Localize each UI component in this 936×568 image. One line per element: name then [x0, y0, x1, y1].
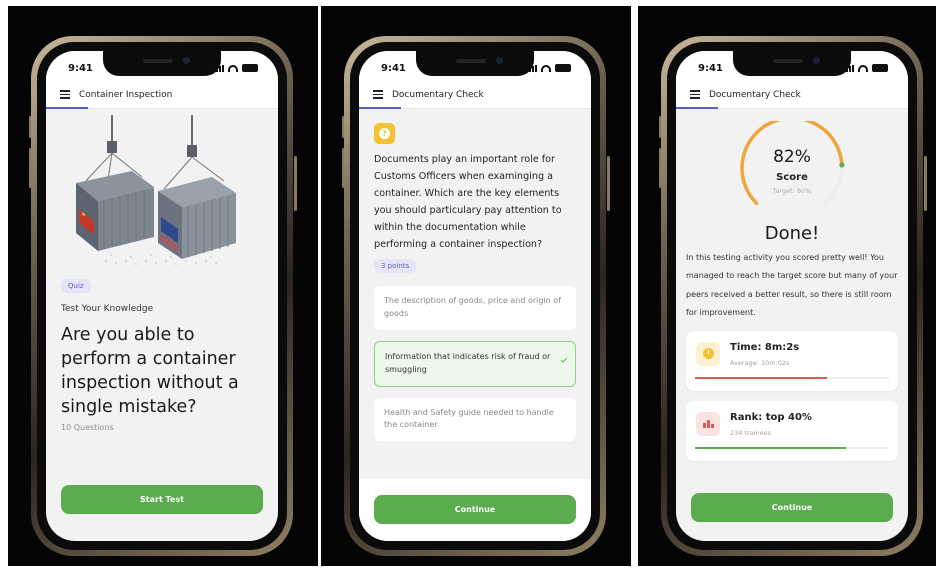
menu-icon[interactable] — [373, 90, 383, 99]
phone-notch — [733, 51, 851, 76]
question-text: Documents play an important role for Cus… — [374, 154, 562, 251]
answer-option-label: Health and Safety guide needed to handle… — [384, 407, 554, 430]
answer-option-label: The description of goods, price and orig… — [384, 296, 561, 319]
header-progress — [676, 107, 718, 109]
score-label: Score — [776, 172, 808, 183]
target-score: Target: 80% — [772, 187, 812, 195]
done-heading: Done! — [764, 223, 820, 244]
score-gauge: 82% Score Target: 80% — [676, 121, 908, 213]
phone-panel-results: 9:41 Documentary Check 82% Score Target:… — [638, 6, 936, 566]
status-time: 9:41 — [68, 62, 93, 74]
phone-frame: 9:41 Container Inspection Quiz Test Your… — [31, 36, 293, 556]
time-progress-fill — [695, 376, 827, 379]
time-stat-average: Average: 10m:02s — [730, 358, 790, 367]
start-test-button[interactable]: Start Test — [61, 485, 263, 514]
question-count: 10 Questions — [61, 422, 114, 432]
time-stat-card: Time: 8m:2s Average: 10m:02s — [686, 330, 898, 391]
phone-screen: 9:41 Container Inspection Quiz Test Your… — [46, 51, 278, 541]
status-time: 9:41 — [381, 62, 406, 74]
header-title: Documentary Check — [709, 89, 801, 100]
battery-icon — [555, 64, 571, 72]
menu-icon[interactable] — [690, 90, 700, 99]
rank-progress-fill — [695, 446, 847, 449]
continue-button[interactable]: Continue — [374, 495, 576, 524]
check-icon — [560, 356, 568, 363]
points-badge: 3 points — [374, 259, 417, 274]
podium-icon — [696, 411, 720, 436]
header-progress — [46, 107, 88, 109]
app-header: Documentary Check — [359, 81, 591, 109]
phone-screen: 9:41 Documentary Check 82% Score Target:… — [676, 51, 908, 541]
answer-option[interactable]: Health and Safety guide needed to handle… — [374, 397, 576, 442]
answer-option-selected[interactable]: Information that indicates risk of fraud… — [374, 340, 576, 387]
phone-side-button — [924, 156, 927, 211]
answer-option[interactable]: The description of goods, price and orig… — [374, 286, 576, 330]
container-illustration — [76, 115, 236, 265]
result-description: In this testing activity you scored pret… — [686, 253, 898, 318]
continue-button[interactable]: Continue — [691, 493, 893, 522]
app-header: Container Inspection — [46, 81, 278, 109]
rank-stat-title: Rank: top 40% — [730, 411, 812, 423]
stopwatch-icon — [696, 341, 720, 366]
phone-side-button — [607, 156, 610, 211]
wifi-icon — [541, 64, 551, 72]
wifi-icon — [228, 64, 238, 72]
header-progress — [359, 107, 401, 109]
phone-panel-documentary-check: 9:41 Documentary Check ? Documents play … — [321, 6, 631, 566]
phone-notch — [103, 51, 221, 76]
phone-panel-container-inspection: 9:41 Container Inspection Quiz Test Your… — [8, 6, 318, 566]
wifi-icon — [858, 64, 868, 72]
header-title: Documentary Check — [392, 89, 484, 100]
battery-icon — [242, 64, 258, 72]
menu-icon[interactable] — [60, 90, 70, 99]
phone-screen: 9:41 Documentary Check ? Documents play … — [359, 51, 591, 541]
time-progress-track — [695, 376, 889, 379]
time-stat-title: Time: 8m:2s — [730, 341, 800, 353]
phone-side-button — [294, 156, 297, 211]
status-time: 9:41 — [698, 62, 723, 74]
app-header: Documentary Check — [676, 81, 908, 109]
question-badge-icon: ? — [374, 123, 395, 144]
score-value: 82% — [773, 147, 811, 167]
rank-progress-track — [695, 446, 889, 449]
quiz-tag: Quiz — [61, 279, 91, 293]
rank-stat-card: Rank: top 40% 234 trainees — [686, 400, 898, 461]
phone-notch — [416, 51, 534, 76]
answer-option-label: Information that indicates risk of fraud… — [385, 351, 551, 374]
quiz-headline: Are you able to perform a container insp… — [61, 325, 239, 418]
phone-frame: 9:41 Documentary Check 82% Score Target:… — [661, 36, 923, 556]
battery-icon — [872, 64, 888, 72]
phone-frame: 9:41 Documentary Check ? Documents play … — [344, 36, 606, 556]
quiz-subtitle: Test Your Knowledge — [61, 304, 154, 314]
rank-stat-trainees: 234 trainees — [730, 428, 771, 437]
header-title: Container Inspection — [79, 89, 173, 100]
